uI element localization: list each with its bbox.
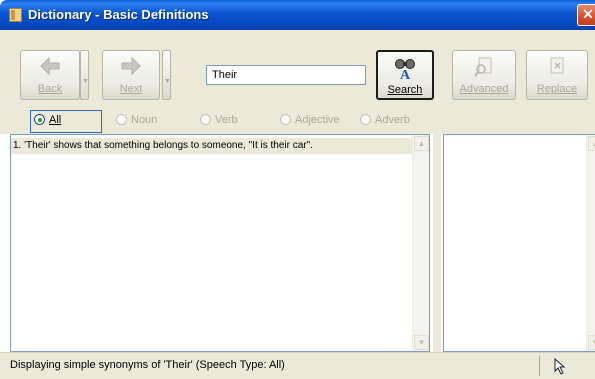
status-text: Displaying simple synonyms of 'Their' (S…	[10, 359, 285, 371]
replace-label: Replace	[536, 83, 578, 95]
resize-cursor-icon	[554, 357, 566, 375]
scroll-up-icon[interactable]: ▲	[414, 136, 429, 151]
definitions-list[interactable]: 1. 'Their' shows that something belongs …	[10, 134, 430, 352]
search-button[interactable]: A Search	[376, 50, 434, 100]
scroll-down-icon[interactable]: ▼	[414, 335, 429, 350]
search-label: Search	[387, 84, 423, 96]
next-label: Next	[119, 83, 143, 95]
radio-label: Noun	[131, 114, 158, 126]
back-dropdown[interactable]: ▼	[80, 50, 89, 100]
magnifier-doc-icon	[474, 57, 492, 77]
definitions-scrollbar[interactable]: ▲ ▼	[412, 135, 429, 351]
close-button[interactable]: ✕	[577, 4, 595, 26]
radio-indicator	[200, 114, 211, 125]
left-arrow-icon	[40, 57, 60, 75]
scroll-up-icon[interactable]: ▲	[588, 136, 595, 151]
toolbar: Back ▼ Next ▼ A Search Advanced Replace	[0, 30, 595, 108]
radio-label: Verb	[215, 114, 238, 126]
dictionary-book-icon	[9, 8, 22, 22]
radio-verb[interactable]: Verb	[200, 114, 238, 126]
synonyms-pane[interactable]: ▲ ▼	[443, 134, 595, 352]
focus-rectangle	[30, 110, 102, 133]
back-label: Back	[37, 83, 63, 95]
next-button[interactable]: Next	[102, 50, 160, 100]
list-item[interactable]: 1. 'Their' shows that something belongs …	[11, 138, 412, 154]
advanced-label: Advanced	[459, 83, 509, 95]
chevron-down-icon: ▼	[82, 78, 89, 85]
radio-label: Adjective	[295, 114, 340, 126]
svg-text:A: A	[400, 68, 411, 80]
radio-label: Adverb	[375, 114, 410, 126]
radio-adverb[interactable]: Adverb	[360, 114, 410, 126]
radio-noun[interactable]: Noun	[116, 114, 157, 126]
pane-splitter[interactable]	[433, 134, 441, 352]
replace-doc-icon	[550, 57, 564, 74]
radio-indicator	[116, 114, 127, 125]
chevron-down-icon: ▼	[164, 78, 171, 85]
status-bar: Displaying simple synonyms of 'Their' (S…	[0, 352, 595, 379]
status-separator	[539, 356, 540, 376]
advanced-button[interactable]: Advanced	[452, 50, 516, 100]
radio-indicator	[280, 114, 291, 125]
binoculars-icon: A	[395, 59, 415, 80]
search-input[interactable]	[206, 65, 366, 85]
right-arrow-icon	[121, 57, 141, 75]
synonyms-scrollbar[interactable]: ▲ ▼	[586, 135, 595, 351]
radio-adjective[interactable]: Adjective	[280, 114, 340, 126]
window-title: Dictionary - Basic Definitions	[28, 7, 209, 22]
scroll-down-icon[interactable]: ▼	[588, 335, 595, 350]
replace-button[interactable]: Replace	[526, 50, 588, 100]
next-dropdown[interactable]: ▼	[162, 50, 171, 100]
back-button[interactable]: Back	[20, 50, 80, 100]
radio-indicator	[360, 114, 371, 125]
title-bar: Dictionary - Basic Definitions ✕	[0, 0, 595, 30]
